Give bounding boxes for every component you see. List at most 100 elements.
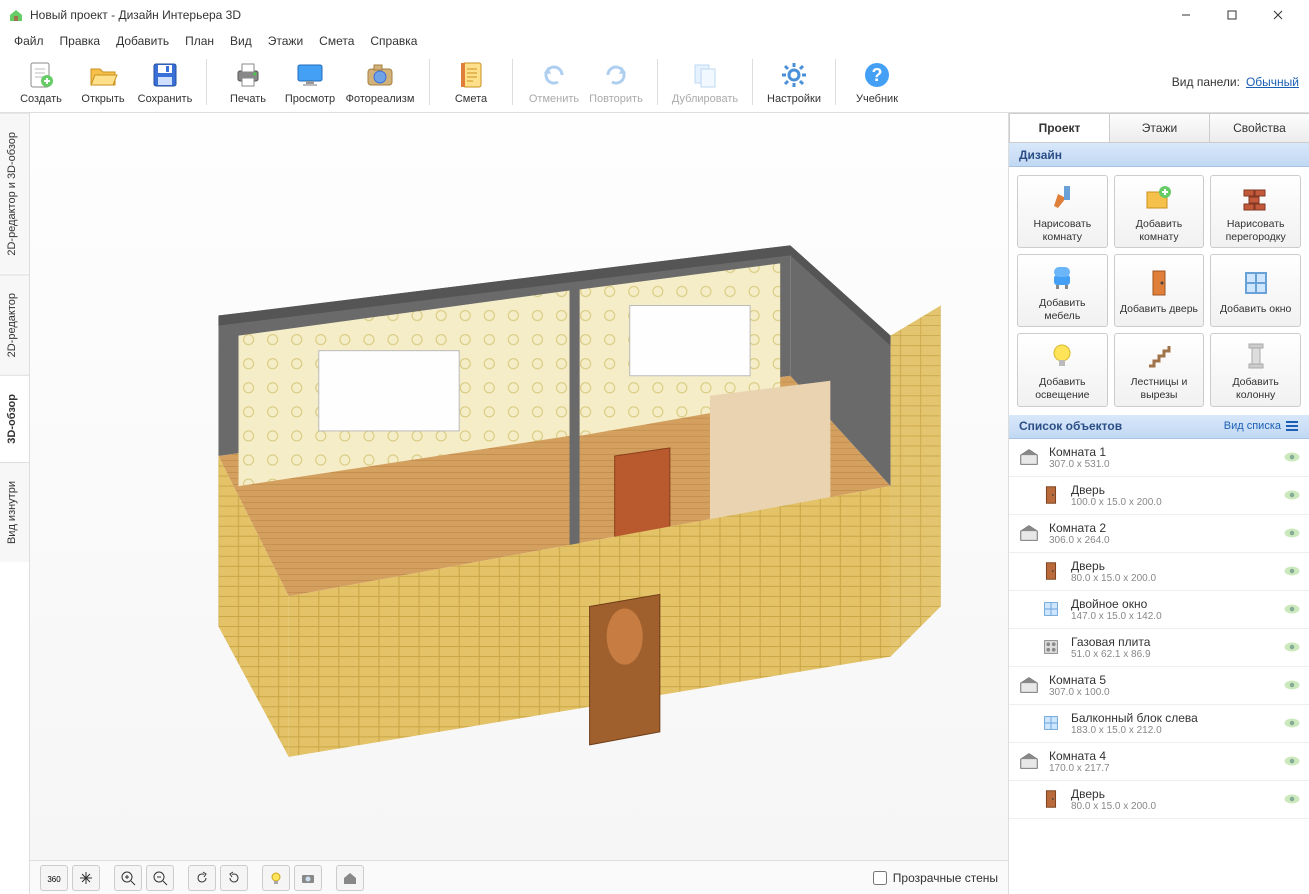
- close-button[interactable]: [1255, 0, 1301, 30]
- menu-help[interactable]: Справка: [362, 32, 425, 50]
- duplicate-button[interactable]: Дублировать: [668, 57, 742, 107]
- open-button[interactable]: Открыть: [72, 57, 134, 107]
- object-item[interactable]: Комната 1307.0 x 531.0: [1009, 439, 1309, 477]
- home-button[interactable]: [336, 865, 364, 891]
- help-icon: [861, 59, 893, 91]
- visibility-icon[interactable]: [1283, 603, 1301, 615]
- camera-button[interactable]: [294, 865, 322, 891]
- tab-project[interactable]: Проект: [1009, 113, 1110, 142]
- room-icon: [1017, 673, 1041, 697]
- side-tab-inside[interactable]: Вид изнутри: [0, 462, 29, 562]
- transparent-walls-checkbox[interactable]: [873, 871, 887, 885]
- stairs-icon: [1143, 340, 1175, 372]
- menu-plan[interactable]: План: [177, 32, 222, 50]
- object-item[interactable]: Балконный блок слева183.0 x 15.0 x 212.0: [1009, 705, 1309, 743]
- open-icon: [87, 59, 119, 91]
- object-dimensions: 183.0 x 15.0 x 212.0: [1071, 725, 1275, 736]
- visibility-icon[interactable]: [1283, 793, 1301, 805]
- visibility-icon[interactable]: [1283, 451, 1301, 463]
- visibility-icon[interactable]: [1283, 565, 1301, 577]
- menu-estimate[interactable]: Смета: [311, 32, 362, 50]
- visibility-icon[interactable]: [1283, 755, 1301, 767]
- stove-icon: [1039, 635, 1063, 659]
- object-item[interactable]: Комната 5307.0 x 100.0: [1009, 667, 1309, 705]
- menu-edit[interactable]: Правка: [52, 32, 109, 50]
- object-dimensions: 307.0 x 100.0: [1049, 687, 1275, 698]
- object-name: Двойное окно: [1071, 597, 1275, 611]
- tab-floors[interactable]: Этажи: [1109, 113, 1210, 142]
- add-room-button[interactable]: Добавить комнату: [1114, 175, 1205, 248]
- visibility-icon[interactable]: [1283, 489, 1301, 501]
- list-view-link[interactable]: Вид списка: [1224, 419, 1299, 433]
- object-item[interactable]: Комната 2306.0 x 264.0: [1009, 515, 1309, 553]
- draw-room-button[interactable]: Нарисовать комнату: [1017, 175, 1108, 248]
- tutorial-button[interactable]: Учебник: [846, 57, 908, 107]
- door-icon: [1039, 559, 1063, 583]
- side-tab-2d[interactable]: 2D-редактор: [0, 274, 29, 375]
- visibility-icon[interactable]: [1283, 679, 1301, 691]
- object-item[interactable]: Двойное окно147.0 x 15.0 x 142.0: [1009, 591, 1309, 629]
- print-button[interactable]: Печать: [217, 57, 279, 107]
- preview-button[interactable]: Просмотр: [279, 57, 341, 107]
- menu-floors[interactable]: Этажи: [260, 32, 311, 50]
- app-icon: [8, 7, 24, 23]
- draw-partition-button[interactable]: Нарисовать перегородку: [1210, 175, 1301, 248]
- minimize-button[interactable]: [1163, 0, 1209, 30]
- estimate-button[interactable]: Смета: [440, 57, 502, 107]
- save-button[interactable]: Сохранить: [134, 57, 196, 107]
- object-item[interactable]: Дверь100.0 x 15.0 x 200.0: [1009, 477, 1309, 515]
- gear-icon: [778, 59, 810, 91]
- model-3d-icon: [68, 135, 971, 837]
- undo-button[interactable]: Отменить: [523, 57, 585, 107]
- add-furniture-button[interactable]: Добавить мебель: [1017, 254, 1108, 327]
- design-header: Дизайн: [1009, 143, 1309, 167]
- create-button[interactable]: Создать: [10, 57, 72, 107]
- menu-file[interactable]: Файл: [6, 32, 52, 50]
- door-icon: [1039, 787, 1063, 811]
- new-icon: [25, 59, 57, 91]
- object-item[interactable]: Дверь80.0 x 15.0 x 200.0: [1009, 553, 1309, 591]
- canvas-3d[interactable]: [30, 113, 1008, 860]
- add-room-icon: [1143, 182, 1175, 214]
- object-item[interactable]: Комната 4170.0 x 217.7: [1009, 743, 1309, 781]
- settings-button[interactable]: Настройки: [763, 57, 825, 107]
- add-light-button[interactable]: Добавить освещение: [1017, 333, 1108, 406]
- zoom-in-button[interactable]: [114, 865, 142, 891]
- orbit-button[interactable]: 360: [40, 865, 68, 891]
- visibility-icon[interactable]: [1283, 641, 1301, 653]
- side-tab-3d[interactable]: 3D-обзор: [0, 375, 29, 462]
- panel-view-link[interactable]: Обычный: [1246, 75, 1299, 89]
- visibility-icon[interactable]: [1283, 717, 1301, 729]
- room-icon: [1017, 521, 1041, 545]
- light-button[interactable]: [262, 865, 290, 891]
- maximize-button[interactable]: [1209, 0, 1255, 30]
- menu-view[interactable]: Вид: [222, 32, 260, 50]
- redo-button[interactable]: Повторить: [585, 57, 647, 107]
- object-name: Комната 1: [1049, 445, 1275, 459]
- column-icon: [1240, 340, 1272, 372]
- side-tab-2d3d[interactable]: 2D-редактор и 3D-обзор: [0, 113, 29, 274]
- objects-list: Комната 1307.0 x 531.0Дверь100.0 x 15.0 …: [1009, 439, 1309, 894]
- visibility-icon[interactable]: [1283, 527, 1301, 539]
- door-icon: [1039, 483, 1063, 507]
- rotate-right-button[interactable]: [220, 865, 248, 891]
- menu-add[interactable]: Добавить: [108, 32, 177, 50]
- add-column-button[interactable]: Добавить колонну: [1210, 333, 1301, 406]
- add-door-button[interactable]: Добавить дверь: [1114, 254, 1205, 327]
- window-icon: [1039, 711, 1063, 735]
- pan-button[interactable]: [72, 865, 100, 891]
- door-icon: [1143, 267, 1175, 299]
- stairs-button[interactable]: Лестницы и вырезы: [1114, 333, 1205, 406]
- object-item[interactable]: Дверь80.0 x 15.0 x 200.0: [1009, 781, 1309, 819]
- photorealism-button[interactable]: Фотореализм: [341, 57, 419, 107]
- room-icon: [1017, 445, 1041, 469]
- design-grid: Нарисовать комнату Добавить комнату Нари…: [1009, 167, 1309, 415]
- rotate-left-button[interactable]: [188, 865, 216, 891]
- titlebar: Новый проект - Дизайн Интерьера 3D: [0, 0, 1309, 30]
- object-item[interactable]: Газовая плита51.0 x 62.1 x 86.9: [1009, 629, 1309, 667]
- tab-properties[interactable]: Свойства: [1209, 113, 1309, 142]
- notes-icon: [455, 59, 487, 91]
- zoom-out-button[interactable]: [146, 865, 174, 891]
- object-name: Дверь: [1071, 483, 1275, 497]
- add-window-button[interactable]: Добавить окно: [1210, 254, 1301, 327]
